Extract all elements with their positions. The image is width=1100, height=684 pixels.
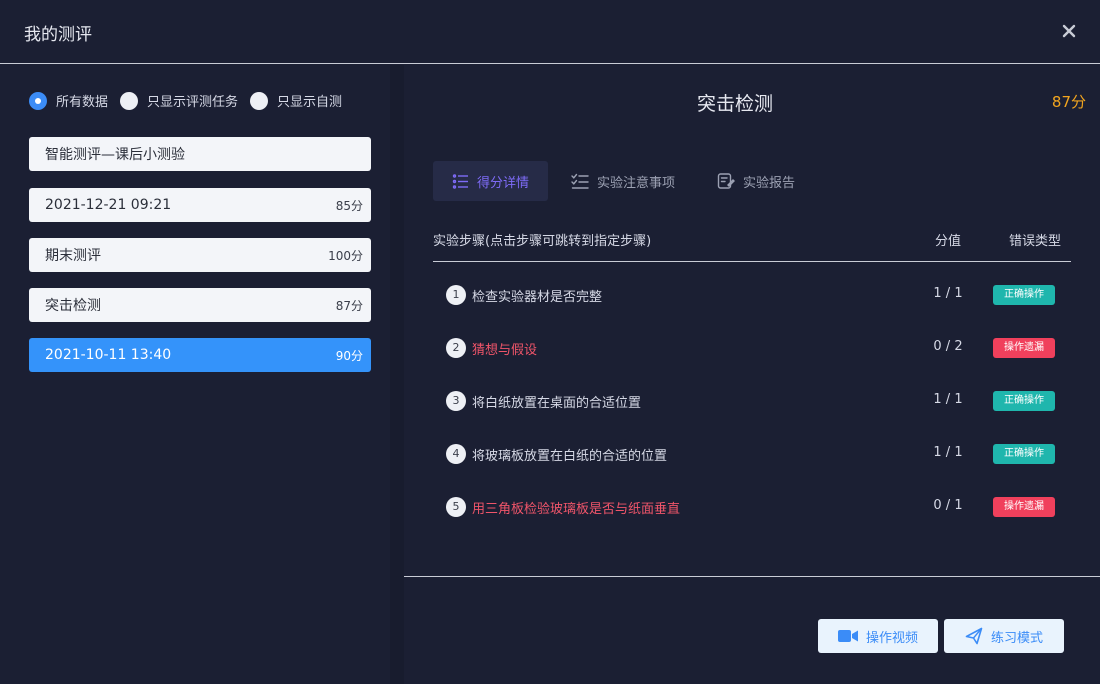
practice-mode-button[interactable]: 练习模式 <box>944 619 1064 653</box>
radio-icon <box>250 91 269 110</box>
status-badge: 正确操作 <box>993 285 1055 305</box>
col-type: 错误类型 <box>1009 234 1062 249</box>
report-icon <box>717 173 736 189</box>
filter-all[interactable]: 所有数据 <box>29 91 108 110</box>
step-number: 5 <box>446 497 466 517</box>
status-badge: 操作遗漏 <box>993 497 1055 517</box>
tab-label: 实验注意事项 <box>597 175 676 191</box>
operation-video-button[interactable]: 操作视频 <box>818 619 938 653</box>
step-row[interactable]: 1 检查实验器材是否完整 1 / 1 正确操作 <box>433 280 1071 310</box>
filter-tasks[interactable]: 只显示评测任务 <box>120 91 238 110</box>
detail-panel: 突击检测 87分 得分详情 实验注意事项 实验报告 实验步骤(点击步骤可跳转到指… <box>404 65 1100 684</box>
close-icon[interactable] <box>1058 20 1080 42</box>
step-name: 将玻璃板放置在白纸的合适的位置 <box>472 449 668 464</box>
step-name: 用三角板检验玻璃板是否与纸面垂直 <box>472 502 681 517</box>
window-title: 我的测评 <box>24 25 92 45</box>
status-badge: 正确操作 <box>993 444 1055 464</box>
list-icon <box>452 173 468 189</box>
send-icon <box>965 627 983 645</box>
record-name: 2021-10-11 13:40 <box>45 347 172 363</box>
step-score: 1 / 1 <box>933 445 963 460</box>
record-item[interactable]: 突击检测 87分 <box>29 288 371 322</box>
record-score: 87分 <box>335 298 363 313</box>
step-number: 3 <box>446 391 466 411</box>
step-number: 1 <box>446 285 466 305</box>
button-label: 操作视频 <box>865 630 918 646</box>
step-row[interactable]: 5 用三角板检验玻璃板是否与纸面垂直 0 / 1 操作遗漏 <box>433 492 1071 522</box>
record-item[interactable]: 2021-10-11 13:40 90分 <box>29 338 371 372</box>
step-score: 1 / 1 <box>933 286 963 301</box>
tab-bar: 得分详情 实验注意事项 实验报告 <box>433 161 818 201</box>
step-row[interactable]: 3 将白纸放置在桌面的合适位置 1 / 1 正确操作 <box>433 386 1071 416</box>
record-name: 期末测评 <box>45 248 101 264</box>
table-header: 实验步骤(点击步骤可跳转到指定步骤) 分值 错误类型 <box>433 229 1071 262</box>
record-item[interactable]: 2021-12-21 09:21 85分 <box>29 188 371 222</box>
title-bar: 我的测评 <box>0 0 1100 64</box>
record-name: 突击检测 <box>45 298 101 314</box>
step-number: 4 <box>446 444 466 464</box>
tab-report[interactable]: 实验报告 <box>698 161 814 201</box>
step-name: 将白纸放置在桌面的合适位置 <box>472 396 642 411</box>
filter-label: 只显示自测 <box>277 95 343 110</box>
step-name: 检查实验器材是否完整 <box>472 290 603 305</box>
status-badge: 操作遗漏 <box>993 338 1055 358</box>
step-row[interactable]: 2 猜想与假设 0 / 2 操作遗漏 <box>433 333 1071 363</box>
record-score: 90分 <box>335 348 363 363</box>
radio-icon <box>120 91 139 110</box>
record-score: 100分 <box>328 248 363 263</box>
step-score: 0 / 2 <box>933 339 963 354</box>
detail-title: 突击检测 <box>696 93 773 115</box>
step-row[interactable]: 4 将玻璃板放置在白纸的合适的位置 1 / 1 正确操作 <box>433 439 1071 469</box>
col-step: 实验步骤(点击步骤可跳转到指定步骤) <box>433 234 652 249</box>
footer-divider <box>404 576 1100 577</box>
radio-icon <box>29 91 47 110</box>
panel-divider <box>390 65 404 684</box>
tab-label: 得分详情 <box>477 175 530 191</box>
step-score: 1 / 1 <box>933 392 963 407</box>
filter-label: 所有数据 <box>56 95 109 110</box>
button-label: 练习模式 <box>990 630 1043 646</box>
filter-group: 所有数据 只显示评测任务 只显示自测 <box>29 91 354 110</box>
tab-score-detail[interactable]: 得分详情 <box>433 161 549 201</box>
total-score: 87分 <box>1051 93 1086 111</box>
step-name: 猜想与假设 <box>472 343 538 358</box>
record-score: 85分 <box>335 198 363 213</box>
record-item[interactable]: 期末测评 100分 <box>29 238 371 272</box>
video-camera-icon <box>837 630 858 642</box>
status-badge: 正确操作 <box>993 391 1055 411</box>
record-item[interactable]: 智能测评—课后小测验 <box>29 137 371 171</box>
col-score: 分值 <box>935 234 962 249</box>
step-number: 2 <box>446 338 466 358</box>
tab-notes[interactable]: 实验注意事项 <box>552 161 694 201</box>
record-panel: 所有数据 只显示评测任务 只显示自测 智能测评—课后小测验 2021-12-21… <box>0 65 390 684</box>
checklist-icon <box>571 173 589 189</box>
record-name: 2021-12-21 09:21 <box>45 197 172 213</box>
filter-label: 只显示评测任务 <box>147 95 239 110</box>
step-score: 0 / 1 <box>933 498 963 513</box>
tab-label: 实验报告 <box>743 175 796 191</box>
record-name: 智能测评—课后小测验 <box>45 147 185 163</box>
filter-self-test[interactable]: 只显示自测 <box>250 91 342 110</box>
